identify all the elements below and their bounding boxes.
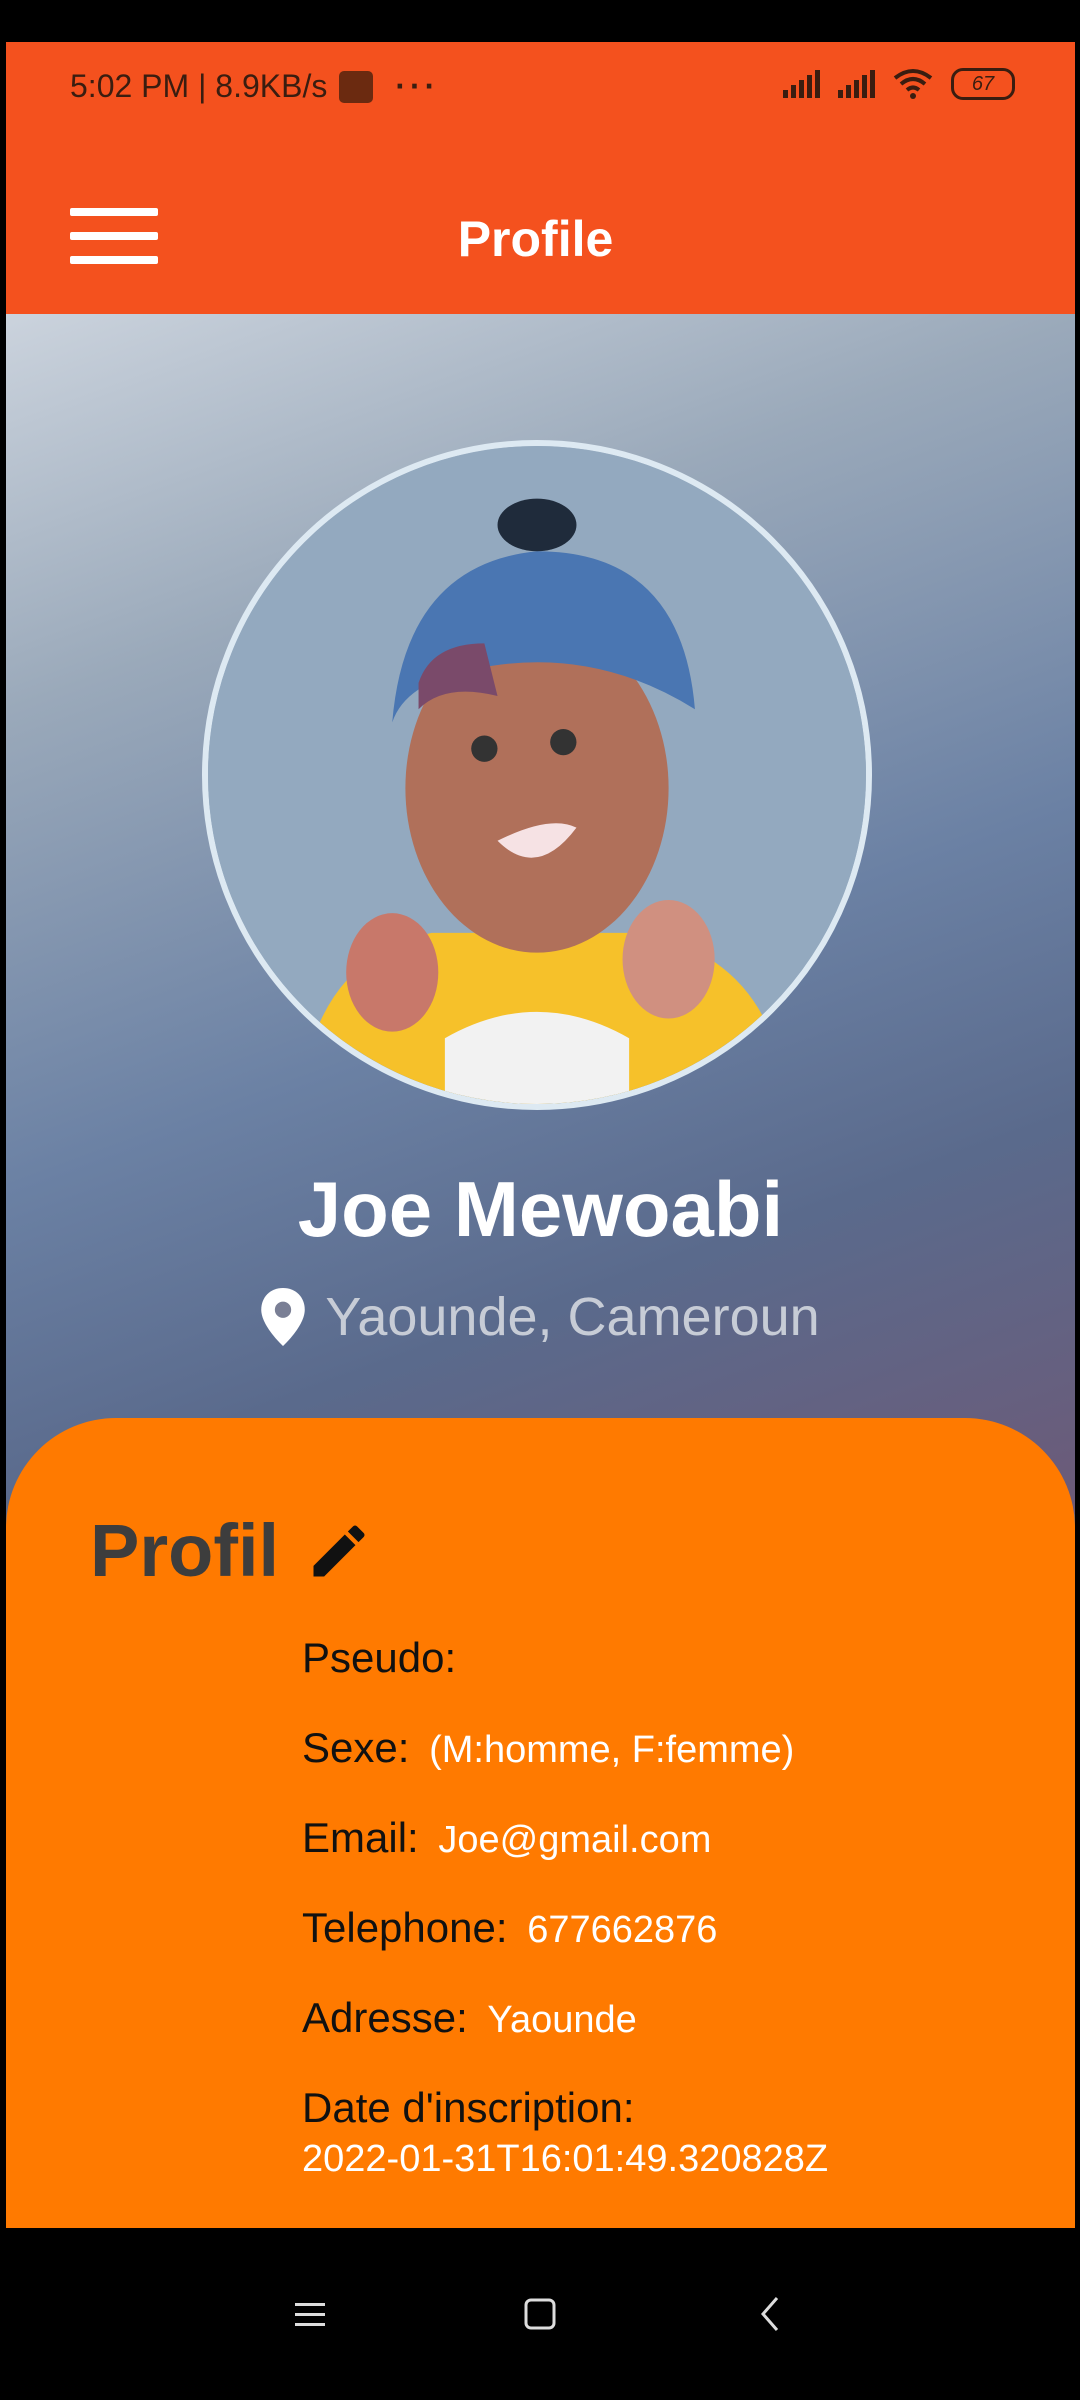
card-header: Profil xyxy=(90,1508,373,1593)
profile-card: Profil Pseudo: Sexe: (M:homme, F:femme) … xyxy=(6,1418,1075,2228)
card-title: Profil xyxy=(90,1509,280,1592)
avatar-illustration xyxy=(208,446,866,1104)
avatar[interactable] xyxy=(202,440,872,1110)
pseudo-label: Pseudo: xyxy=(302,1634,457,1681)
profile-name: Joe Mewoabi xyxy=(297,1165,784,1253)
sexe-label: Sexe: xyxy=(302,1724,410,1771)
pencil-icon[interactable] xyxy=(305,1517,373,1585)
system-nav-bar xyxy=(0,2228,1080,2400)
profile-fields: Pseudo: Sexe: (M:homme, F:femme) Email: … xyxy=(302,1634,828,2223)
profile-location: Yaounde, Cameroun xyxy=(6,1286,1075,1348)
status-time-network: 5:02 PM | 8.9KB/s xyxy=(70,68,328,104)
adresse-field: Adresse: Yaounde xyxy=(302,1994,828,2042)
page-title: Profile xyxy=(457,211,614,267)
telephone-value: 677662876 xyxy=(527,1909,718,1951)
pseudo-field: Pseudo: xyxy=(302,1634,828,1682)
map-pin-icon xyxy=(261,1288,306,1346)
location-text: Yaounde, Cameroun xyxy=(325,1287,820,1347)
wifi-icon xyxy=(893,69,933,99)
more-notifications-icon: ··· xyxy=(395,68,440,104)
signal-icon xyxy=(783,70,820,98)
app-bar: Profile xyxy=(6,136,1075,314)
email-field: Email: Joe@gmail.com xyxy=(302,1814,828,1862)
adresse-value: Yaounde xyxy=(487,1999,637,2041)
telephone-field: Telephone: 677662876 xyxy=(302,1904,828,1952)
status-bar: 5:02 PM | 8.9KB/s ··· 67 xyxy=(6,42,1075,136)
square-home-icon xyxy=(524,2298,556,2330)
home-button[interactable] xyxy=(510,2284,570,2344)
status-left: 5:02 PM | 8.9KB/s ··· xyxy=(70,68,439,105)
recents-button[interactable] xyxy=(280,2284,340,2344)
date-inscription-field: Date d'inscription: 2022-01-31T16:01:49.… xyxy=(302,2084,828,2181)
email-value: Joe@gmail.com xyxy=(438,1819,712,1861)
screen: 5:02 PM | 8.9KB/s ··· 67 Profile Joe Mew… xyxy=(6,42,1075,2228)
chevron-left-icon xyxy=(761,2297,779,2331)
battery-level: 67 xyxy=(971,72,995,95)
sexe-value: (M:homme, F:femme) xyxy=(429,1729,795,1771)
telephone-label: Telephone: xyxy=(302,1904,508,1951)
profile-header: Joe Mewoabi Yaounde, Cameroun xyxy=(6,314,1075,1514)
back-button[interactable] xyxy=(740,2284,800,2344)
signal-icon-2 xyxy=(838,70,875,98)
email-label: Email: xyxy=(302,1814,419,1861)
status-right: 67 xyxy=(783,68,1015,100)
date-inscription-label: Date d'inscription: xyxy=(302,2084,635,2131)
battery-icon: 67 xyxy=(951,68,1015,100)
sexe-field: Sexe: (M:homme, F:femme) xyxy=(302,1724,828,1772)
mi-store-icon xyxy=(339,70,374,103)
adresse-label: Adresse: xyxy=(302,1994,468,2041)
menu-lines-icon xyxy=(295,2303,325,2326)
date-inscription-value: 2022-01-31T16:01:49.320828Z xyxy=(302,2138,829,2180)
